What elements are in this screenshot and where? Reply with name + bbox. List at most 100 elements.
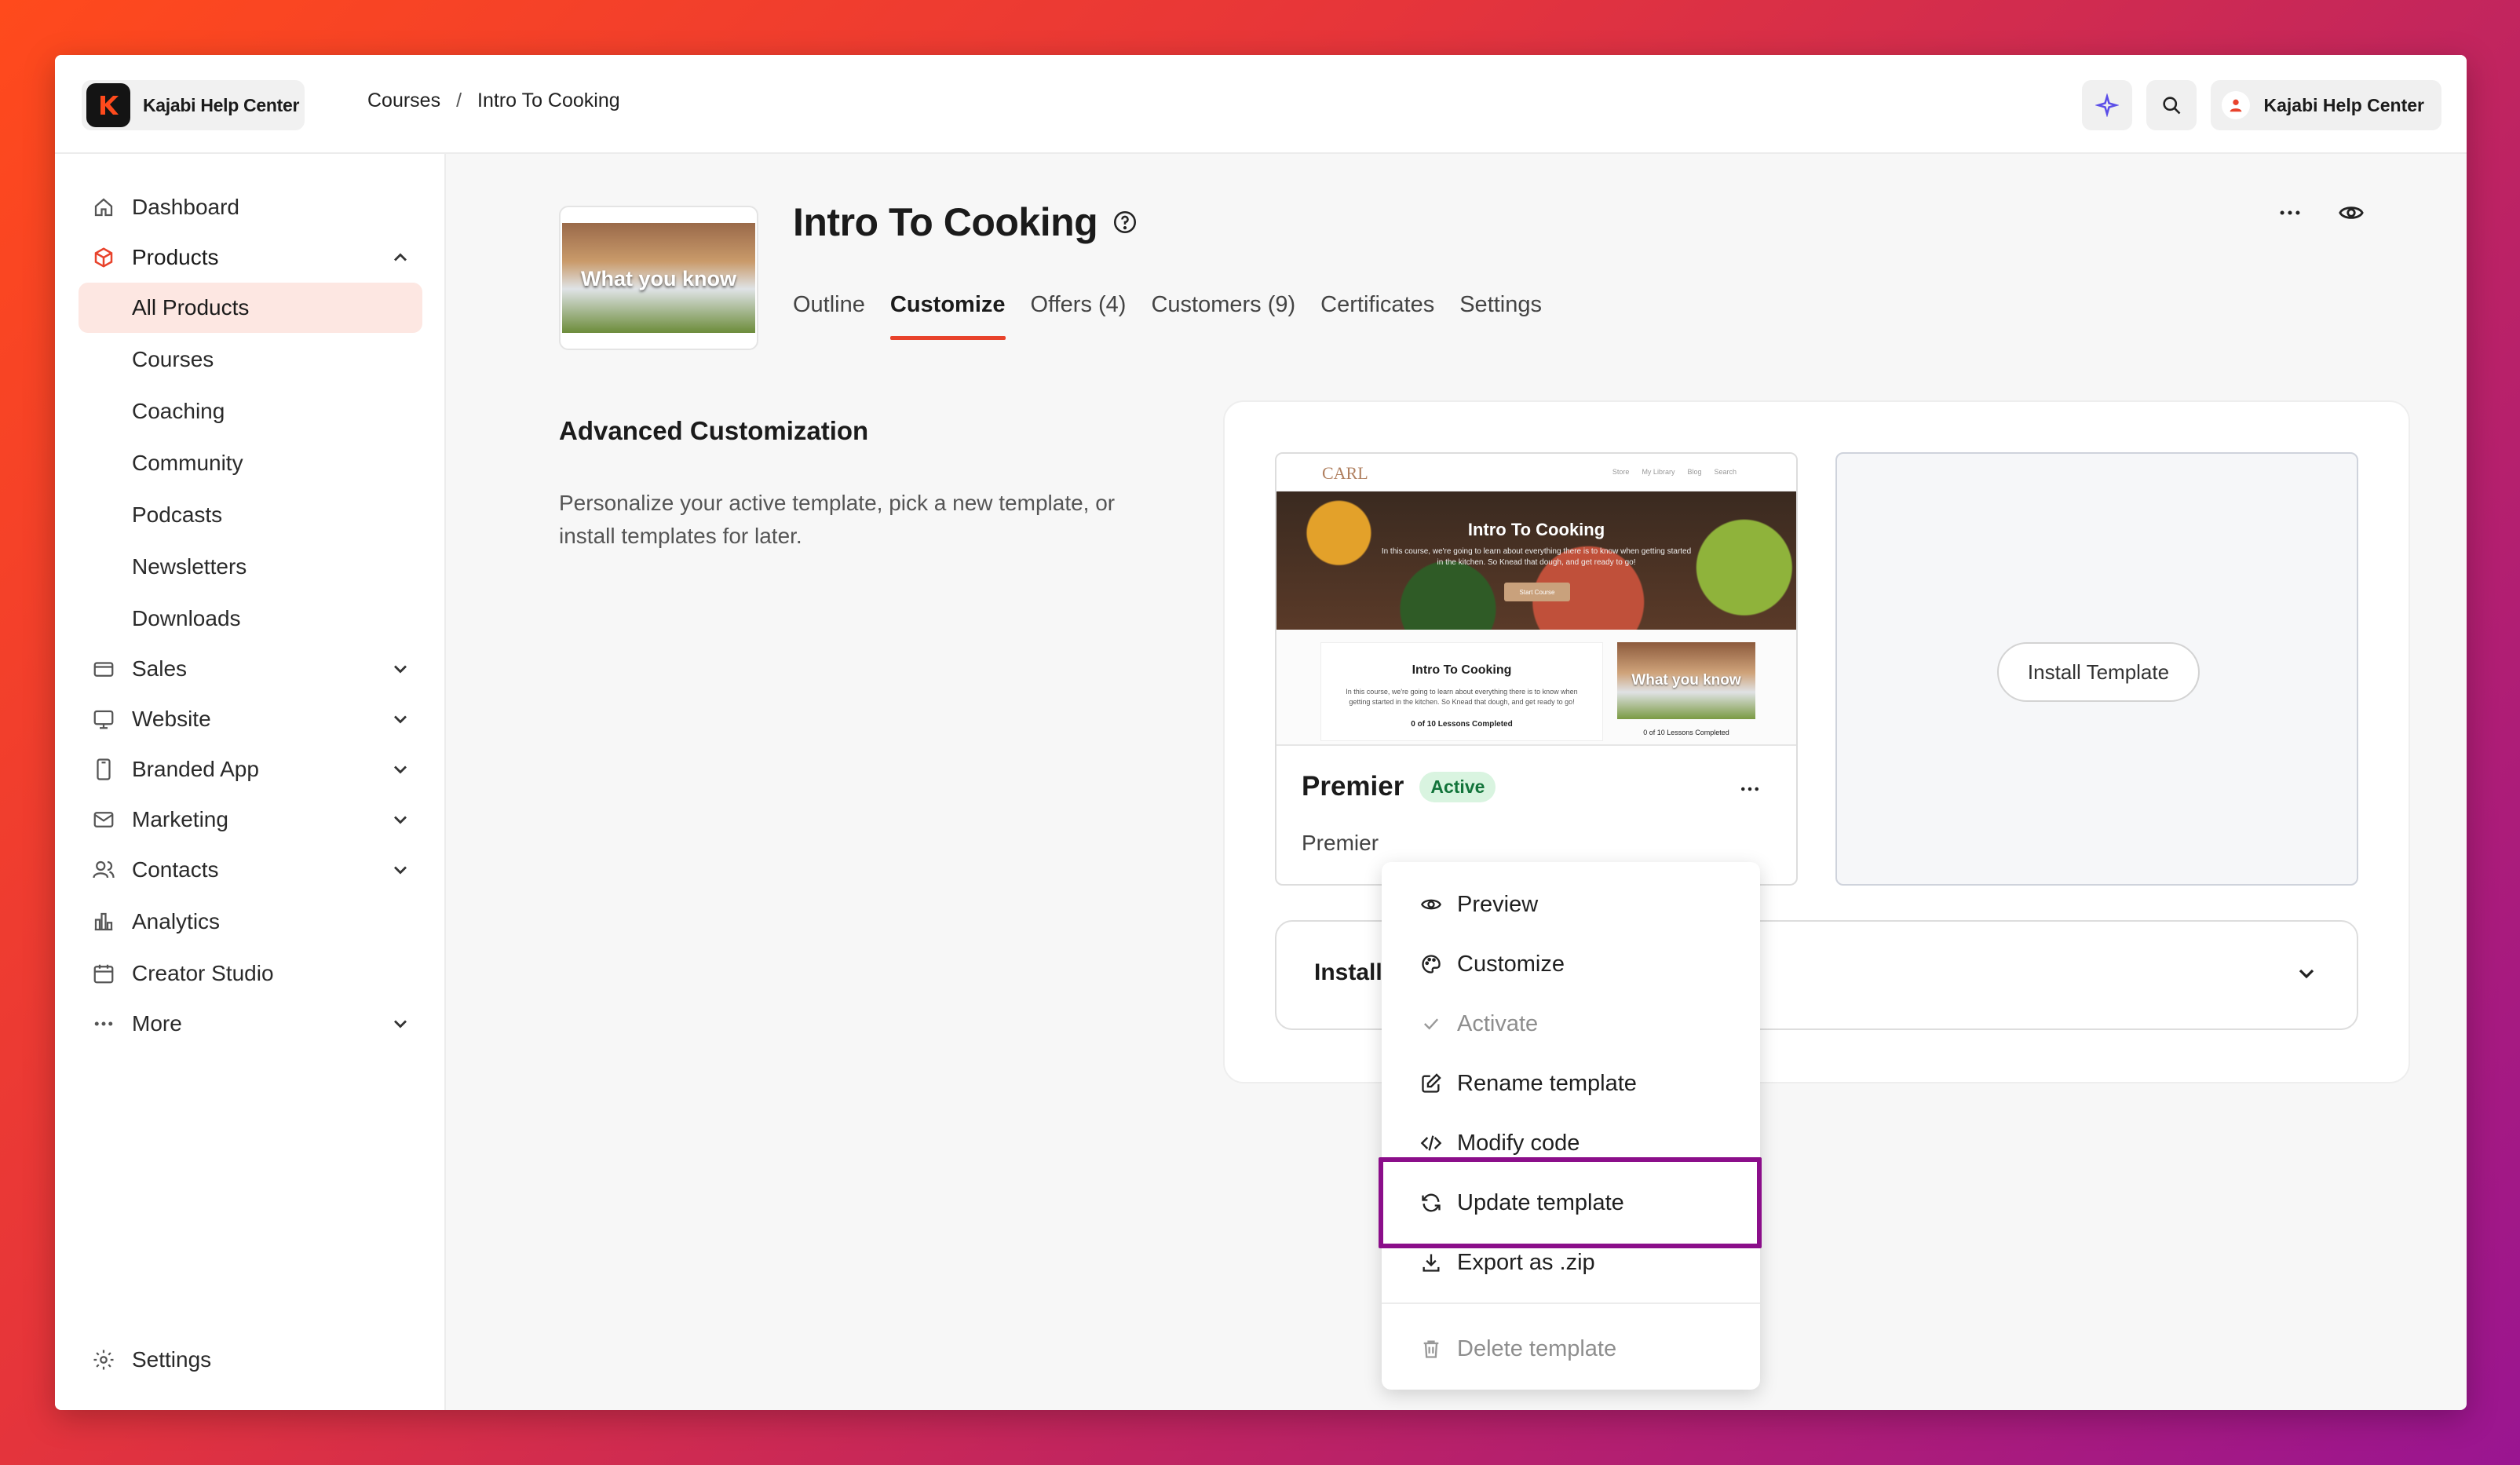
tab-customize[interactable]: Customize (889, 292, 1006, 340)
menu-item-label: Preview (1457, 891, 1539, 917)
sidebar-item-dashboard[interactable]: Dashboard (79, 182, 422, 232)
sidebar-item-newsletters[interactable]: Newsletters (79, 542, 422, 592)
highlight-annotation (1379, 1157, 1762, 1248)
ai-sparkle-button[interactable] (2081, 80, 2132, 130)
menu-divider (1382, 1302, 1760, 1304)
install-template-button[interactable]: Install Template (1997, 642, 2200, 702)
template-description: Premier (1302, 831, 1379, 855)
credit-card-icon (89, 655, 118, 683)
account-name: Kajabi Help Center (2263, 94, 2425, 115)
sidebar-item-label: Downloads (132, 606, 241, 630)
calendar-icon (89, 959, 118, 988)
preview-link: My Library (1642, 468, 1675, 476)
chevron-down-icon (394, 715, 407, 724)
menu-item-preview[interactable]: Preview (1382, 875, 1760, 934)
sidebar-item-community[interactable]: Community (79, 438, 422, 488)
sidebar-item-all-products[interactable]: All Products (79, 283, 422, 333)
preview-course-text: In this course, we're going to learn abo… (1346, 688, 1578, 706)
template-context-menu: Preview Customize Activate Rename templa… (1382, 862, 1760, 1390)
sidebar-item-settings[interactable]: Settings (79, 1335, 422, 1385)
trash-icon (1418, 1335, 1444, 1362)
more-horizontal-icon[interactable] (2277, 199, 2303, 226)
section-description: Personalize your active template, pick a… (559, 491, 1116, 548)
course-title-text: Intro To Cooking (793, 200, 1098, 244)
sidebar-item-label: Dashboard (132, 195, 239, 219)
kajabi-logo-icon (86, 83, 130, 127)
sidebar-item-downloads[interactable]: Downloads (79, 594, 422, 644)
sidebar-item-more[interactable]: More (79, 999, 422, 1049)
search-button[interactable] (2146, 80, 2197, 130)
eye-icon[interactable] (2338, 199, 2365, 226)
breadcrumb-courses[interactable]: Courses (367, 90, 440, 112)
sidebar-item-analytics[interactable]: Analytics (79, 897, 422, 947)
menu-item-customize[interactable]: Customize (1382, 934, 1760, 994)
sidebar-item-creator-studio[interactable]: Creator Studio (79, 948, 422, 999)
mail-icon (89, 806, 118, 834)
page-title: Intro To Cooking (793, 199, 1138, 245)
preview-course-progress: 0 of 10 Lessons Completed (1411, 720, 1513, 729)
tab-settings[interactable]: Settings (1459, 292, 1542, 340)
sidebar-item-label: Branded App (132, 757, 259, 781)
chevron-down-icon (394, 765, 407, 774)
preview-hero: Intro To Cooking In this course, we're g… (1276, 491, 1796, 630)
site-switcher[interactable]: Kajabi Help Center (82, 80, 305, 130)
breadcrumb-current: Intro To Cooking (477, 90, 620, 111)
sidebar-item-podcasts[interactable]: Podcasts (79, 490, 422, 540)
sidebar-item-contacts[interactable]: Contacts (79, 845, 422, 895)
user-avatar (2221, 91, 2250, 119)
preview-course-card: Intro To Cooking In this course, we're g… (1320, 642, 1603, 741)
sidebar-item-label: Creator Studio (132, 961, 274, 985)
home-icon (89, 193, 118, 221)
eye-icon (1418, 891, 1444, 918)
box-icon (89, 243, 118, 272)
template-name-row: Premier Active (1302, 771, 1496, 802)
chevron-down-icon (394, 1020, 407, 1028)
template-more-icon[interactable] (1738, 777, 1762, 801)
preview-hero-title: Intro To Cooking (1467, 520, 1605, 539)
menu-item-label: Customize (1457, 951, 1565, 977)
account-menu-button[interactable]: Kajabi Help Center (2210, 80, 2441, 130)
sidebar-item-label: All Products (132, 295, 250, 320)
sidebar-item-branded-app[interactable]: Branded App (79, 744, 422, 795)
menu-item-activate: Activate (1382, 994, 1760, 1054)
bar-chart-icon (89, 908, 118, 936)
sidebar-item-website[interactable]: Website (79, 694, 422, 744)
sidebar-item-label: Contacts (132, 857, 219, 882)
breadcrumb: Courses / Intro To Cooking (367, 90, 620, 112)
sidebar: Dashboard Products All Products Courses … (55, 154, 446, 1410)
sidebar-item-sales[interactable]: Sales (79, 644, 422, 694)
tab-offers[interactable]: Offers (4) (1031, 292, 1127, 340)
preview-links: Store My Library Blog Search (1612, 468, 1737, 476)
top-bar: Kajabi Help Center Courses / Intro To Co… (55, 55, 2467, 154)
chevron-up-icon (394, 253, 407, 261)
template-name: Premier (1302, 771, 1404, 802)
sidebar-item-products[interactable]: Products (79, 232, 422, 283)
sidebar-item-label: Newsletters (132, 554, 247, 579)
download-icon (1418, 1249, 1444, 1276)
sidebar-item-coaching[interactable]: Coaching (79, 386, 422, 437)
sidebar-item-marketing[interactable]: Marketing (79, 795, 422, 845)
tab-customers[interactable]: Customers (9) (1151, 292, 1295, 340)
template-preview[interactable]: CARL Store My Library Blog Search Intro … (1276, 454, 1796, 746)
header-actions (2277, 199, 2365, 226)
tab-certificates[interactable]: Certificates (1320, 292, 1434, 340)
preview-nav: CARL Store My Library Blog Search (1276, 454, 1796, 491)
active-template-card: CARL Store My Library Blog Search Intro … (1275, 452, 1798, 886)
install-template-card: Install Template (1835, 452, 2358, 886)
phone-icon (89, 755, 118, 784)
chevron-down-icon (394, 866, 407, 875)
menu-item-rename-template[interactable]: Rename template (1382, 1054, 1760, 1113)
gear-icon (89, 1346, 118, 1374)
user-icon (2230, 99, 2241, 112)
help-circle-icon[interactable] (1112, 209, 1138, 236)
breadcrumb-separator: / (456, 90, 462, 111)
sidebar-item-label: More (132, 1011, 182, 1036)
preview-logo: CARL (1322, 463, 1368, 483)
course-tabs: Outline Customize Offers (4) Customers (… (793, 292, 1542, 340)
menu-item-label: Rename template (1457, 1070, 1637, 1096)
sidebar-item-courses[interactable]: Courses (79, 334, 422, 385)
sidebar-item-label: Products (132, 245, 219, 269)
monitor-icon (89, 705, 118, 733)
users-icon (89, 856, 118, 884)
tab-outline[interactable]: Outline (793, 292, 865, 340)
